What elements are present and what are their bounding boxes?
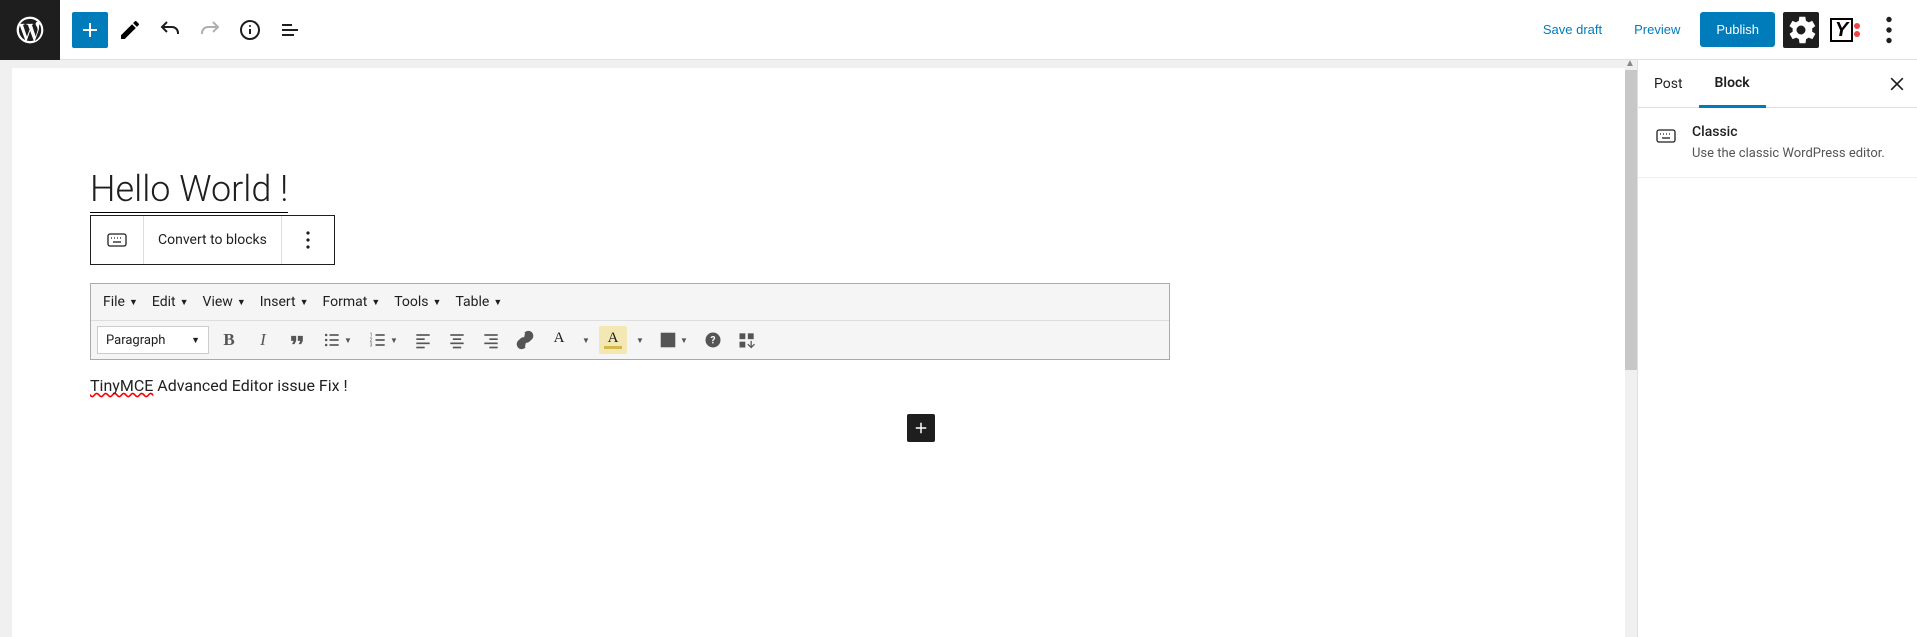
plus-icon — [912, 419, 930, 437]
mce-menu-format[interactable]: Format▼ — [317, 290, 387, 314]
align-center-button[interactable] — [443, 326, 471, 354]
pencil-icon — [118, 18, 142, 42]
close-icon — [1887, 74, 1907, 94]
svg-text:?: ? — [711, 335, 716, 346]
more-options-button[interactable] — [1871, 12, 1907, 48]
help-button[interactable]: ? — [699, 326, 727, 354]
mce-menu-table[interactable]: Table▼ — [449, 290, 508, 314]
editor-canvas: Hello World ! Convert to blocks — [12, 68, 1625, 637]
body-text-spellerr: TinyMCE — [90, 376, 153, 395]
preview-button[interactable]: Preview — [1622, 14, 1692, 45]
align-center-icon — [447, 330, 467, 350]
close-sidebar-button[interactable] — [1877, 64, 1917, 104]
text-color-button[interactable]: A — [545, 326, 573, 354]
link-button[interactable] — [511, 326, 539, 354]
block-name: Classic — [1692, 124, 1885, 140]
classic-block-toolbar: Convert to blocks — [90, 215, 335, 265]
align-right-icon — [481, 330, 501, 350]
align-right-button[interactable] — [477, 326, 505, 354]
toolbar-toggle-icon — [737, 330, 757, 350]
format-select-label: Paragraph — [106, 333, 165, 348]
ul-icon — [322, 330, 342, 350]
convert-to-blocks-label: Convert to blocks — [158, 232, 267, 248]
plus-icon — [78, 18, 102, 42]
save-draft-button[interactable]: Save draft — [1531, 14, 1614, 45]
format-select[interactable]: Paragraph ▼ — [97, 326, 209, 354]
gear-icon — [1783, 12, 1819, 48]
sidebar-tabs: Post Block — [1638, 60, 1917, 108]
ol-icon: 123 — [368, 330, 388, 350]
mce-menu-view[interactable]: View▼ — [197, 290, 252, 314]
keyboard-icon — [105, 228, 129, 252]
kebab-icon — [1871, 12, 1907, 48]
align-left-button[interactable] — [409, 326, 437, 354]
block-more-button[interactable] — [282, 216, 334, 264]
convert-to-blocks-button[interactable]: Convert to blocks — [144, 216, 282, 264]
block-type-button[interactable] — [91, 216, 144, 264]
redo-icon — [198, 18, 222, 42]
keyboard-icon — [1654, 124, 1678, 148]
add-block-inline-button[interactable] — [907, 414, 935, 442]
settings-sidebar: Post Block Classic Use the classic WordP… — [1637, 60, 1917, 637]
publish-button[interactable]: Publish — [1700, 12, 1775, 47]
table-icon — [658, 330, 678, 350]
undo-icon — [158, 18, 182, 42]
tools-mode-button[interactable] — [112, 12, 148, 48]
editor-scroll-area[interactable]: ▲ Hello World ! Convert to blocks — [0, 60, 1637, 637]
tab-block[interactable]: Block — [1699, 61, 1766, 108]
bg-color-button[interactable]: A — [599, 326, 627, 354]
info-button[interactable] — [232, 12, 268, 48]
numbered-list-button[interactable]: 123 ▼ — [363, 326, 403, 354]
mce-menu-edit[interactable]: Edit▼ — [146, 290, 195, 314]
kebab-icon — [296, 228, 320, 252]
mce-menu-tools[interactable]: Tools▼ — [388, 290, 447, 314]
table-button[interactable]: ▼ — [653, 326, 693, 354]
italic-button[interactable]: I — [249, 326, 277, 354]
undo-button[interactable] — [152, 12, 188, 48]
post-title[interactable]: Hello World ! — [90, 168, 288, 213]
scroll-up-arrow[interactable]: ▲ — [1623, 60, 1637, 68]
yoast-icon: Y — [1830, 18, 1860, 42]
tinymce-toolbar: Paragraph ▼ B I ▼ — [91, 321, 1169, 359]
editor-body[interactable]: TinyMCE Advanced Editor issue Fix ! — [90, 360, 1170, 435]
bullet-list-button[interactable]: ▼ — [317, 326, 357, 354]
list-view-icon — [278, 18, 302, 42]
wordpress-logo-button[interactable] — [0, 0, 60, 60]
outline-button[interactable] — [272, 12, 308, 48]
bold-button[interactable]: B — [215, 326, 243, 354]
text-color-caret[interactable]: ▼ — [579, 326, 593, 354]
topbar-left-tools — [60, 12, 308, 48]
tab-post[interactable]: Post — [1638, 62, 1699, 106]
settings-button[interactable] — [1783, 12, 1819, 48]
mce-menu-insert[interactable]: Insert▼ — [254, 290, 315, 314]
tinymce-editor: File▼ Edit▼ View▼ Insert▼ Format▼ Tools▼… — [90, 283, 1170, 360]
wordpress-icon — [14, 14, 46, 46]
block-description: Use the classic WordPress editor. — [1692, 146, 1885, 161]
blockquote-button[interactable] — [283, 326, 311, 354]
align-left-icon — [413, 330, 433, 350]
editor-topbar: Save draft Preview Publish Y — [0, 0, 1917, 60]
body-text-rest: Advanced Editor issue Fix ! — [153, 376, 347, 395]
help-icon: ? — [703, 330, 723, 350]
info-icon — [238, 18, 262, 42]
link-icon — [515, 330, 535, 350]
block-icon — [1654, 124, 1678, 161]
toolbar-toggle-button[interactable] — [733, 326, 761, 354]
topbar-right-tools: Save draft Preview Publish Y — [1531, 12, 1917, 48]
add-block-button[interactable] — [72, 12, 108, 48]
tinymce-menubar: File▼ Edit▼ View▼ Insert▼ Format▼ Tools▼… — [91, 284, 1169, 321]
block-info-panel: Classic Use the classic WordPress editor… — [1638, 108, 1917, 178]
redo-button[interactable] — [192, 12, 228, 48]
scrollbar-thumb[interactable] — [1623, 70, 1637, 370]
yoast-button[interactable]: Y — [1827, 12, 1863, 48]
quote-icon — [287, 330, 307, 350]
mce-menu-file[interactable]: File▼ — [97, 290, 144, 314]
bg-color-caret[interactable]: ▼ — [633, 326, 647, 354]
svg-text:3: 3 — [370, 343, 373, 349]
